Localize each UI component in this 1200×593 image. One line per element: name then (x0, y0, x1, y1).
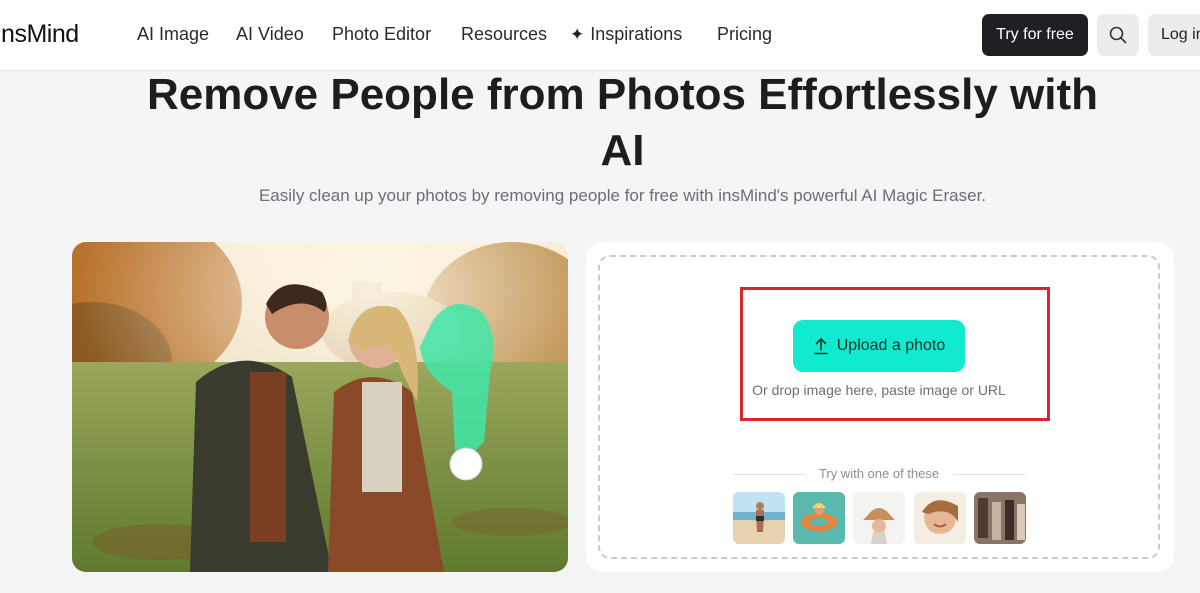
sample-street-group-image (974, 492, 1026, 544)
sample-thumb-beach-woman[interactable] (733, 492, 785, 544)
page-title: Remove People from Photos Effortlessly w… (0, 67, 1200, 179)
sample-thumb-bucket-hat[interactable] (853, 492, 905, 544)
sample-thumb-pool-float[interactable] (793, 492, 845, 544)
page-title-line1: Remove People from Photos Effortlessly w… (146, 70, 1099, 119)
sample-pool-float-image (793, 492, 845, 544)
nav-item-photo-editor[interactable]: Photo Editor (332, 24, 431, 45)
sample-thumb-street-group[interactable] (974, 492, 1026, 544)
try-samples-divider: Try with one of these (733, 466, 1025, 482)
nav-item-inspirations-label: Inspirations (590, 24, 683, 44)
sample-face-smile-image (914, 492, 966, 544)
search-icon (1109, 26, 1127, 44)
nav-item-ai-video[interactable]: AI Video (236, 24, 304, 45)
upload-arrow-icon (813, 338, 828, 355)
try-samples-label: Try with one of these (818, 466, 940, 481)
sample-beach-woman-image (733, 492, 785, 544)
page-subtitle: Easily clean up your photos by removing … (258, 186, 987, 205)
search-button[interactable] (1097, 14, 1139, 56)
nav-item-pricing[interactable]: Pricing (717, 24, 772, 45)
login-button[interactable]: Log in (1148, 14, 1200, 56)
sample-thumb-face-smile[interactable] (914, 492, 966, 544)
page-title-line2: AI (600, 126, 645, 175)
upload-photo-label: Upload a photo (836, 337, 946, 354)
nav-item-inspirations[interactable]: ✦ Inspirations (570, 24, 682, 45)
try-for-free-button[interactable]: Try for free (982, 14, 1088, 56)
couple-park-illustration (72, 242, 568, 572)
brand-logo[interactable]: insMind (0, 20, 79, 49)
hero-example-photo (72, 242, 568, 572)
drop-hint-text: Or drop image here, paste image or URL (752, 382, 1006, 398)
top-navbar: insMind AI Image AI Video Photo Editor R… (0, 0, 1200, 71)
upload-photo-button[interactable]: Upload a photo (793, 320, 965, 372)
nav-item-resources[interactable]: Resources (461, 24, 547, 45)
sparkle-icon: ✦ (570, 25, 585, 44)
sample-bucket-hat-image (853, 492, 905, 544)
nav-item-ai-image[interactable]: AI Image (137, 24, 209, 45)
